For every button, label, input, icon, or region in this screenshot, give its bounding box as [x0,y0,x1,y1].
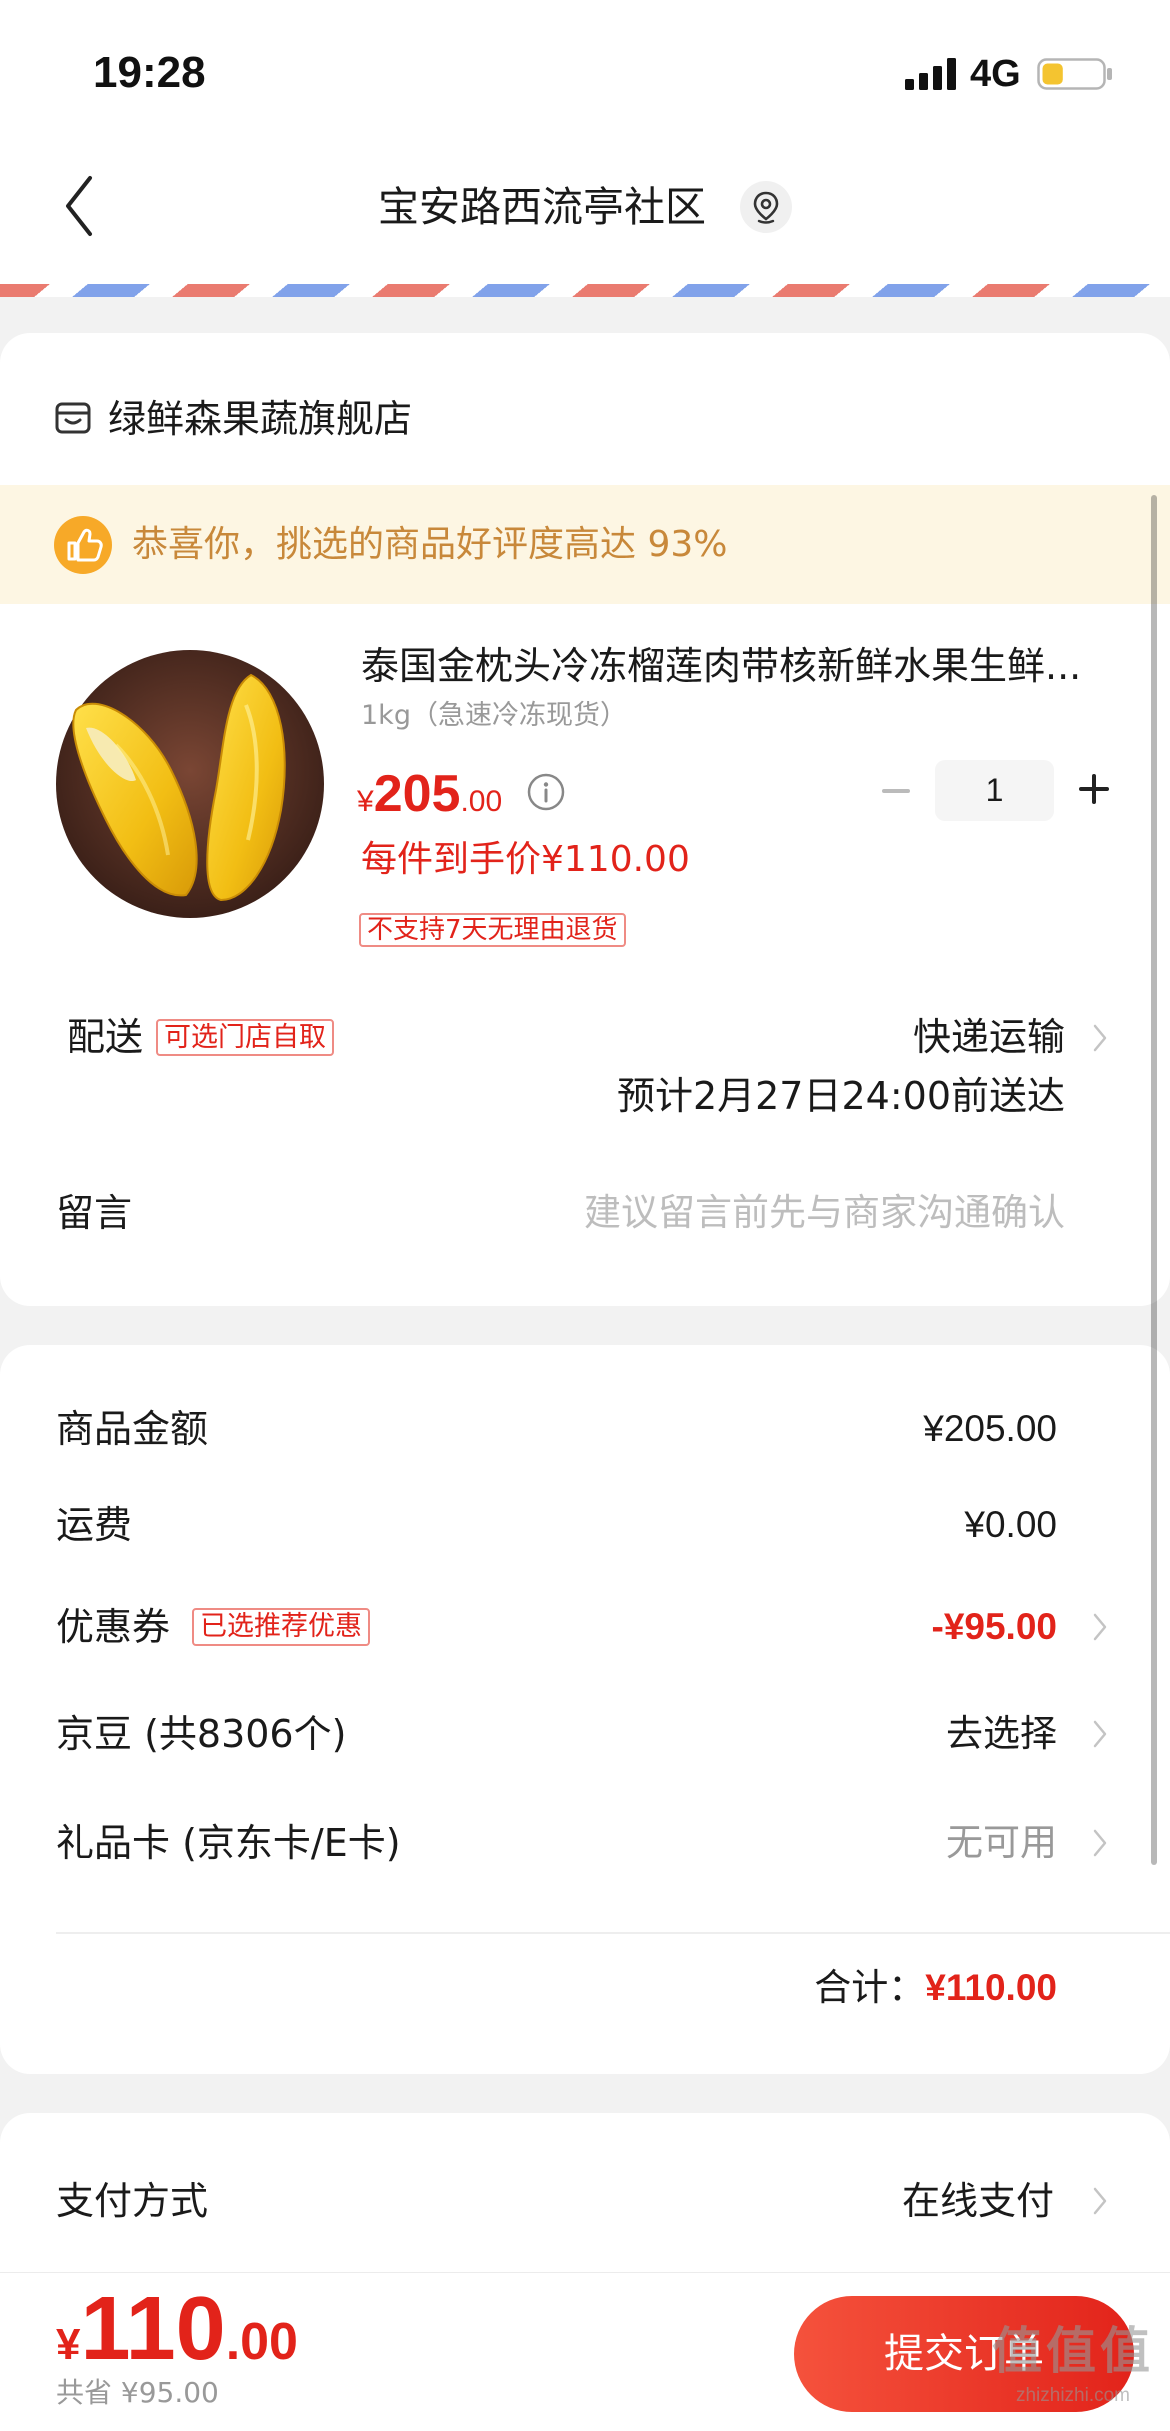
quantity-input[interactable]: 1 [935,760,1054,821]
coupon-discount-value[interactable]: -¥95.00 [932,1602,1058,1652]
checkout-price-integer: 110 [80,2279,226,2379]
total-value: ¥110.00 [925,1967,1057,2008]
watermark: 值值值 zhizhizhi.com [980,2318,1166,2418]
network-type: 4G [970,53,1021,95]
jingdou-label[interactable]: 京豆 (共8306个) [56,1709,346,1759]
order-item-card: 绿鲜森果蔬旗舰店 恭喜你，挑选的商品好评度高达 93% 泰国金枕头冷冻榴莲肉带核… [0,333,1170,1306]
watermark-site: zhizhizhi.com [1015,2385,1131,2406]
product-price: ¥ 205 .00 [357,759,502,829]
checkout-price: ¥ 110 .00 [56,2279,298,2379]
divider [56,1932,1170,1934]
chevron-right-icon[interactable] [1093,1023,1107,1053]
price-integer: 205 [373,765,461,823]
gift-card-label[interactable]: 礼品卡 (京东卡/E卡) [56,1818,401,1868]
delivery-label: 配送 [67,1015,144,1059]
message-label: 留言 [56,1191,133,1235]
return-policy-badge: 不支持7天无理由退货 [359,913,626,947]
price-decimal: .00 [460,785,503,818]
chevron-right-icon[interactable] [1093,1612,1107,1642]
watermark-logo: 值值值 [992,2322,1154,2380]
quantity-minus-button[interactable] [882,789,910,793]
total-savings: 共省 ¥95.00 [56,2376,219,2409]
coupon-recommended-badge: 已选推荐优惠 [192,1608,370,1646]
address-selector[interactable]: 宝安路西流亭社区 [0,180,1170,234]
chevron-right-icon[interactable] [1093,1828,1107,1858]
gift-card-status[interactable]: 无可用 [946,1818,1057,1868]
unit-final-price: 每件到手价¥110.00 [361,839,690,880]
shipping-fee-label: 运费 [56,1503,133,1547]
rating-banner: 恭喜你，挑选的商品好评度高达 93% [0,485,1170,604]
delivery-method[interactable]: 快递运输 [913,1014,1065,1060]
chevron-right-icon[interactable] [1093,1719,1107,1749]
payment-method-label[interactable]: 支付方式 [56,2176,208,2226]
store-icon [55,402,91,434]
price-currency: ¥ [357,785,374,818]
jingdou-select[interactable]: 去选择 [946,1709,1057,1759]
delivery-eta: 预计2月27日24:00前送达 [616,1074,1065,1118]
checkout-price-decimal: .00 [225,2313,298,2371]
total-label: 合计： [814,1966,926,2009]
thumbs-up-icon [54,516,112,574]
airmail-stripe-divider [0,284,1170,297]
battery-level-fill [1042,63,1063,85]
coupon-label[interactable]: 优惠券 [56,1602,170,1652]
location-pin-icon[interactable] [740,181,792,233]
signal-bars-icon [905,58,956,90]
message-input[interactable] [345,1190,1065,1236]
chevron-right-icon[interactable] [1093,2186,1107,2216]
product-image[interactable] [56,650,324,918]
header-bar: 19:28 4G 宝安路西流亭社区 [0,0,1170,290]
subtotal-label: 商品金额 [56,1407,209,1451]
product-spec: 1kg（急速冷冻现货） [361,700,627,731]
battery-icon [1037,58,1112,90]
status-time: 19:28 [93,48,206,97]
scrollbar[interactable] [1151,495,1157,1865]
shipping-fee-value: ¥0.00 [964,1504,1057,1545]
store-pickup-badge: 可选门店自取 [156,1019,334,1056]
rating-banner-text: 恭喜你，挑选的商品好评度高达 93% [132,524,728,565]
quantity-plus-button[interactable] [1079,774,1109,804]
product-title[interactable]: 泰国金枕头冷冻榴莲肉带核新鲜水果生鲜... [361,643,1081,689]
store-name[interactable]: 绿鲜森果蔬旗舰店 [108,396,412,442]
info-icon[interactable] [526,772,566,812]
address-title: 宝安路西流亭社区 [378,183,706,231]
order-total: 合计： ¥110.00 [814,1963,1057,2013]
price-summary-card: 商品金额 ¥205.00 运费 ¥0.00 优惠券 已选推荐优惠 -¥95.00… [0,1345,1170,2074]
subtotal-value: ¥205.00 [923,1408,1057,1449]
stripe-pattern [0,284,1170,297]
payment-method-value[interactable]: 在线支付 [902,2176,1054,2226]
